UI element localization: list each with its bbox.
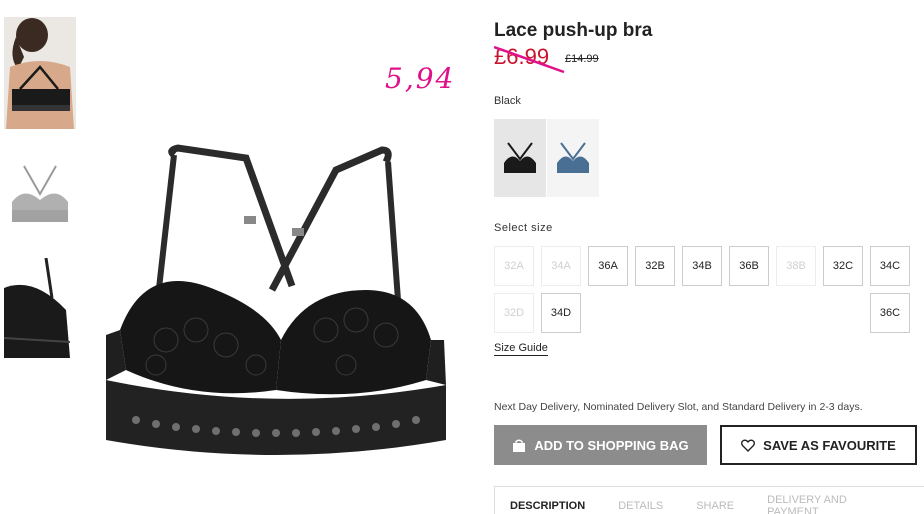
- product-info-tabs: DESCRIPTION DETAILS SHARE DELIVERY AND P…: [494, 486, 924, 514]
- selected-color-label: Black: [494, 95, 521, 107]
- blue-bra-swatch-image: [557, 142, 589, 173]
- price-row: £6.99 £14.99: [494, 44, 614, 74]
- select-size-label: Select size: [494, 222, 553, 234]
- thumbnail-black-detail[interactable]: [4, 258, 76, 368]
- size-button-36b[interactable]: 36B: [729, 246, 769, 286]
- tab-share[interactable]: SHARE: [696, 490, 734, 512]
- size-button-36a[interactable]: 36A: [588, 246, 628, 286]
- size-guide-link[interactable]: Size Guide: [494, 342, 548, 356]
- size-button-32b[interactable]: 32B: [635, 246, 675, 286]
- tab-details[interactable]: DETAILS: [618, 490, 663, 512]
- size-button-36c[interactable]: 36C: [870, 293, 910, 333]
- handwritten-price-note: 5,94: [385, 62, 456, 95]
- delivery-info: Next Day Delivery, Nominated Delivery Sl…: [494, 401, 863, 413]
- tab-description[interactable]: DESCRIPTION: [510, 490, 585, 512]
- tab-delivery-payment[interactable]: DELIVERY AND PAYMENT: [767, 484, 891, 514]
- color-swatch-black[interactable]: [494, 119, 546, 197]
- product-title: Lace push-up bra: [494, 20, 653, 41]
- size-button-34d[interactable]: 34D: [541, 293, 581, 333]
- add-to-bag-button[interactable]: ADD TO SHOPPING BAG: [494, 425, 707, 465]
- thumbnail-grey-variant[interactable]: [4, 150, 76, 232]
- color-swatch-blue[interactable]: [547, 119, 599, 197]
- thumbnail-model-back[interactable]: [4, 17, 76, 129]
- black-bra-swatch-image: [504, 142, 536, 173]
- main-product-image: [96, 140, 476, 470]
- add-to-bag-label: ADD TO SHOPPING BAG: [534, 437, 689, 453]
- size-button-34b[interactable]: 34B: [682, 246, 722, 286]
- size-button-32c[interactable]: 32C: [823, 246, 863, 286]
- size-button-32d[interactable]: 32D: [494, 293, 534, 333]
- price-strike-mark: [494, 45, 565, 74]
- size-button-38b[interactable]: 38B: [776, 246, 816, 286]
- size-button-34a[interactable]: 34A: [541, 246, 581, 286]
- save-favourite-label: SAVE AS FAVOURITE: [763, 437, 896, 453]
- original-price: £14.99: [565, 53, 599, 65]
- save-favourite-button[interactable]: SAVE AS FAVOURITE: [720, 425, 917, 465]
- heart-icon: [741, 439, 756, 452]
- size-button-34c[interactable]: 34C: [870, 246, 910, 286]
- size-button-32a[interactable]: 32A: [494, 246, 534, 286]
- shopping-bag-icon: [513, 439, 526, 452]
